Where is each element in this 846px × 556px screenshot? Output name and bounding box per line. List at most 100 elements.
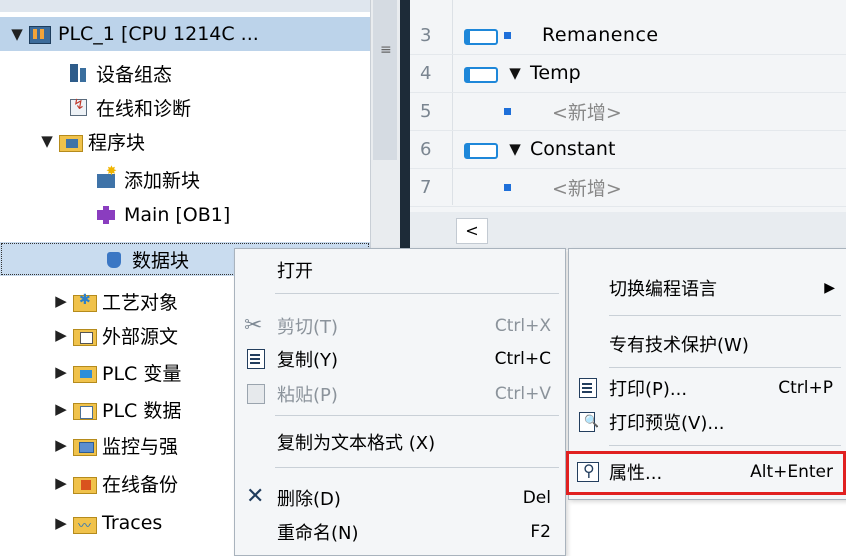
block-interface-table: 3 Remanence 4 ▼ Temp 5 <新增> 6 ▼ Constant… <box>410 0 846 250</box>
program-blocks-folder-icon <box>58 130 83 152</box>
menu-item-delete[interactable]: 删除(D) Del <box>235 481 565 515</box>
submenu-arrow-icon: ▶ <box>824 280 835 296</box>
row-number: 6 <box>420 138 432 160</box>
tree-item-label: PLC 变量 <box>102 362 182 385</box>
expand-toggle-icon[interactable]: ▶ <box>52 326 70 344</box>
tree-item-plc[interactable]: ▼ PLC_1 [CPU 1214C ... <box>0 17 370 51</box>
ob-block-icon <box>94 204 118 226</box>
menu-separator <box>609 367 841 368</box>
tree-item-main-ob1[interactable]: Main [OB1] <box>0 198 370 232</box>
horizontal-scrollbar[interactable]: < <box>410 212 846 250</box>
add-new-placeholder[interactable]: <新增> <box>520 98 622 125</box>
shortcut-label: Ctrl+C <box>494 349 551 369</box>
shortcut-label: Del <box>522 488 551 508</box>
device-config-icon <box>66 62 90 84</box>
menu-item-label: 重命名(N) <box>277 523 359 544</box>
menu-item-copy[interactable]: 复制(Y) Ctrl+C <box>235 342 565 376</box>
tree-item-label: 设备组态 <box>96 63 173 86</box>
db-symbol-icon <box>460 138 500 160</box>
table-row[interactable]: 6 ▼ Constant <box>410 130 846 169</box>
shortcut-label: Ctrl+X <box>494 316 551 336</box>
cut-icon <box>243 313 269 339</box>
shortcut-label: Ctrl+P <box>778 378 833 398</box>
menu-item-label: 复制为文本格式 (X) <box>277 433 436 454</box>
expand-toggle-icon[interactable]: ▶ <box>52 474 70 492</box>
menu-item-print[interactable]: 打印(P)... Ctrl+P <box>569 371 846 405</box>
bullet-icon <box>500 24 520 46</box>
technology-objects-folder-icon <box>72 290 97 312</box>
print-icon <box>575 375 601 401</box>
menu-item-know-how-protection[interactable]: 专有技术保护(W) <box>569 327 846 361</box>
expand-toggle-icon[interactable]: ▼ <box>8 25 26 43</box>
expand-toggle-icon[interactable]: ▶ <box>52 363 70 381</box>
vertical-scrollbar[interactable] <box>373 0 397 160</box>
menu-item-print-preview[interactable]: 打印预览(V)... <box>569 405 846 439</box>
menu-item-label: 粘贴(P) <box>277 385 338 406</box>
collapse-toggle-icon[interactable]: ▼ <box>500 64 530 82</box>
tree-item-label: 在线备份 <box>102 473 179 496</box>
menu-separator <box>275 293 559 294</box>
context-menu: 打开 剪切(T) Ctrl+X 复制(Y) Ctrl+C 粘贴(P) Ctrl+… <box>234 248 566 556</box>
grip-icon[interactable]: ≡ <box>380 42 392 58</box>
menu-separator <box>609 445 841 446</box>
online-diagnostics-icon <box>66 96 90 118</box>
tree-item-add-new-block[interactable]: 添加新块 <box>0 162 370 196</box>
expand-toggle-icon[interactable]: ▶ <box>52 514 70 532</box>
empty-symbol <box>460 100 500 122</box>
tree-item-label: 数据块 <box>132 249 190 272</box>
add-new-placeholder[interactable]: <新增> <box>520 174 622 201</box>
menu-item-open[interactable]: 打开 <box>235 253 565 287</box>
menu-item-switch-language[interactable]: 切换编程语言 ▶ <box>569 271 846 305</box>
table-row[interactable]: 3 Remanence <box>410 16 846 55</box>
menu-item-cut[interactable]: 剪切(T) Ctrl+X <box>235 309 565 343</box>
tree-item-online-diagnostics[interactable]: 在线和诊断 <box>0 90 370 124</box>
tree-item-label: Traces <box>102 512 163 534</box>
expand-toggle-icon[interactable]: ▶ <box>52 292 70 310</box>
delete-icon <box>243 484 269 511</box>
menu-item-label: 删除(D) <box>277 489 341 510</box>
tree-item-device-config[interactable]: 设备组态 <box>0 56 370 90</box>
table-row[interactable]: 7 <新增> <box>410 168 846 207</box>
shortcut-label: Ctrl+V <box>494 384 551 404</box>
table-row[interactable]: 4 ▼ Temp <box>410 54 846 93</box>
add-new-block-icon <box>94 164 118 190</box>
scroll-left-button[interactable]: < <box>456 218 488 244</box>
editor-border <box>400 0 410 250</box>
plc-tags-folder-icon <box>72 361 97 383</box>
menu-item-rename[interactable]: 重命名(N) F2 <box>235 515 565 549</box>
row-name[interactable]: Remanence <box>520 24 659 46</box>
row-name[interactable]: Constant <box>530 138 615 160</box>
collapse-toggle-icon[interactable]: ▼ <box>500 140 530 158</box>
tree-item-label: 添加新块 <box>124 169 201 192</box>
menu-item-label: 复制(Y) <box>277 350 339 371</box>
row-number: 3 <box>420 24 432 46</box>
copy-icon <box>243 346 269 372</box>
db-symbol-icon <box>460 62 500 84</box>
tree-item-label: Main [OB1] <box>124 204 231 226</box>
tree-item-program-blocks[interactable]: ▼ 程序块 <box>0 124 370 158</box>
menu-item-label: 打开 <box>277 261 313 282</box>
bullet-icon <box>500 176 520 198</box>
menu-separator <box>275 415 559 416</box>
expand-toggle-icon[interactable]: ▼ <box>38 132 56 150</box>
row-number: 5 <box>420 100 432 122</box>
menu-item-paste[interactable]: 粘贴(P) Ctrl+V <box>235 377 565 411</box>
row-name[interactable]: Temp <box>530 62 581 84</box>
menu-item-label: 打印预览(V)... <box>609 413 725 434</box>
tree-item-label: PLC 数据 <box>102 399 182 422</box>
tree-item-label: 程序块 <box>88 131 146 154</box>
watch-force-folder-icon <box>72 434 97 456</box>
traces-folder-icon <box>72 512 97 534</box>
menu-item-copy-as-text[interactable]: 复制为文本格式 (X) <box>235 425 565 459</box>
row-number: 4 <box>420 62 432 84</box>
empty-symbol <box>460 176 500 198</box>
expand-toggle-icon[interactable]: ▶ <box>52 436 70 454</box>
table-row[interactable]: 5 <新增> <box>410 92 846 131</box>
external-sources-folder-icon <box>72 324 97 346</box>
db-symbol-icon <box>460 24 500 46</box>
print-preview-icon <box>575 409 601 435</box>
annotation-highlight-box <box>566 451 846 495</box>
expand-toggle-icon[interactable]: ▶ <box>52 400 70 418</box>
folder-icon <box>78 550 102 554</box>
shortcut-label: F2 <box>530 522 551 542</box>
